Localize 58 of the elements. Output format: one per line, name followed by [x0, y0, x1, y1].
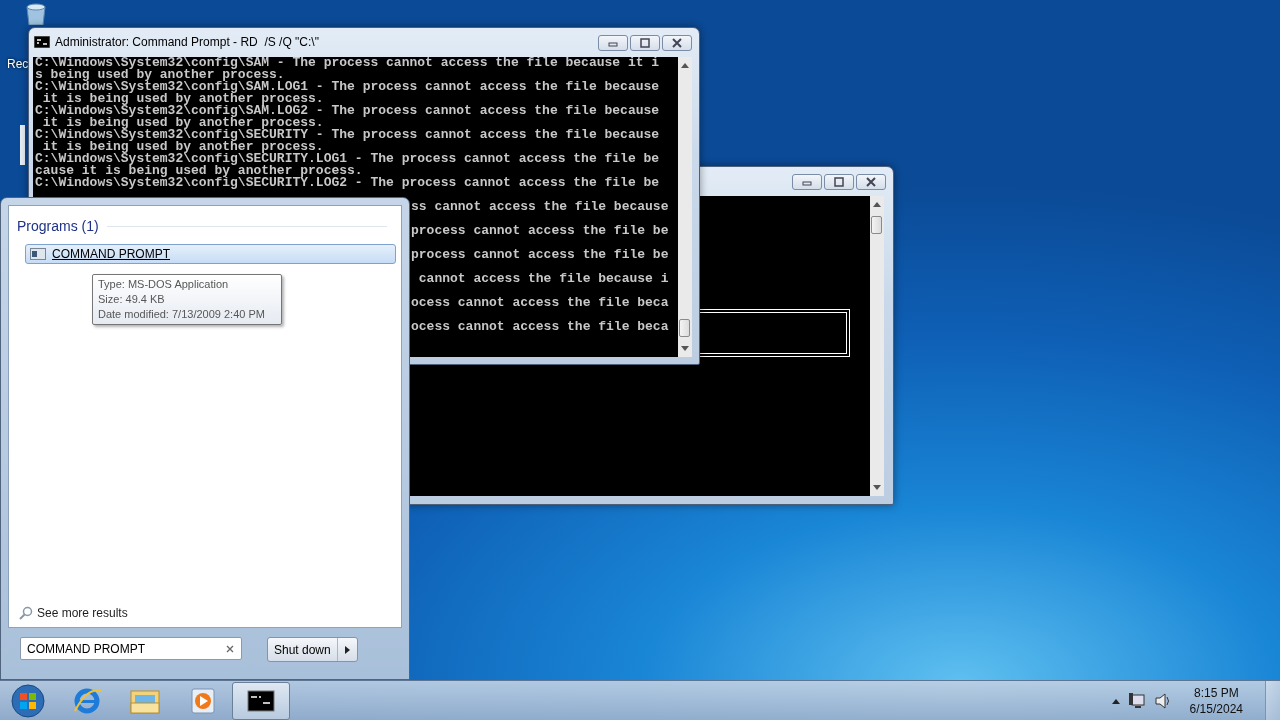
maximize-button[interactable]: [630, 35, 660, 51]
console-line: process cannot access the file be: [411, 249, 670, 261]
console-line: ocess cannot access the file beca: [411, 297, 670, 309]
console-line: process cannot access the file be: [411, 225, 670, 237]
console-line: C:\Windows\System32\config\SAM - The process cannot access the file because it i: [35, 57, 661, 69]
close-icon: [865, 177, 877, 187]
network-icon[interactable]: [1127, 691, 1146, 710]
console-icon: [34, 36, 50, 48]
scrollbar-thumb[interactable]: [871, 216, 882, 234]
minimize-button[interactable]: [792, 174, 822, 190]
scrollbar-thumb[interactable]: [679, 319, 690, 337]
triangle-right-icon: [344, 645, 350, 654]
section-heading: Programs (1): [17, 218, 99, 234]
search-result[interactable]: COMMAND PROMPT: [25, 244, 396, 264]
console-line: C:\Windows\System32\config\SECURITY - The process cannot access the file because: [35, 129, 661, 141]
window-title: Administrator: Command Prompt - RD /S /Q "C:\": [55, 35, 319, 49]
scrollbar[interactable]: [678, 57, 692, 357]
chevron-up-icon[interactable]: [1111, 697, 1120, 704]
console-line: cannot access the file because i: [417, 273, 670, 285]
clock[interactable]: 8:15 PM 6/15/2024: [1189, 684, 1243, 717]
close-icon: [671, 38, 683, 48]
tooltip-text: Size: 49.4 KB: [98, 292, 166, 307]
console-line: C:\Windows\System32\config\SECURITY.LOG1 - The process cannot access the file be: [35, 153, 661, 165]
tooltip-text: Type: MS-DOS Application: [98, 277, 230, 292]
console-line: ss cannot access the file because: [411, 201, 670, 213]
maximize-icon: [639, 38, 651, 48]
maximize-button[interactable]: [824, 174, 854, 190]
console-icon: [30, 248, 46, 260]
clock-time: 8:15 PM: [1193, 684, 1239, 701]
console-line: it is being used by another process.: [42, 141, 324, 153]
console-line: C:\Windows\System32\config\SAM.LOG1 - The process cannot access the file because: [35, 81, 661, 93]
console-line: ocess cannot access the file beca: [411, 321, 670, 333]
scroll-down-icon[interactable]: [873, 485, 881, 491]
console-line: C:\Windows\System32\config\SECURITY.LOG2 - The process cannot access the file be: [35, 177, 661, 189]
console-line: it is being used by another process.: [42, 93, 325, 105]
console-line: cause it is being used by another process.: [35, 165, 364, 177]
search-icon: [19, 606, 33, 620]
taskbar-button[interactable]: [232, 681, 290, 720]
see-more-results-link[interactable]: See more results: [19, 606, 128, 620]
recycle-bin-icon[interactable]: [23, 3, 49, 25]
tooltip-text: Date modified: 7/13/2009 2:40 PM: [98, 307, 266, 322]
close-button[interactable]: [856, 174, 886, 190]
maximize-icon: [833, 177, 845, 187]
speaker-icon[interactable]: [1153, 691, 1172, 710]
clear-icon[interactable]: [225, 644, 235, 654]
console-line: C:\Windows\System32\config\SAM.LOG2 - The process cannot access the file because: [35, 105, 661, 117]
start-orb-icon[interactable]: [10, 682, 46, 719]
scroll-up-icon[interactable]: [681, 62, 689, 68]
close-button[interactable]: [662, 35, 692, 51]
scroll-down-icon[interactable]: [681, 346, 689, 352]
recycle-bin-label: Rec: [7, 57, 29, 71]
scroll-up-icon[interactable]: [873, 201, 881, 207]
clock-date: 6/15/2024: [1189, 700, 1243, 717]
scrollbar[interactable]: [870, 196, 884, 496]
search-field[interactable]: COMMAND PROMPT: [20, 637, 242, 660]
console-line: s being used by another process.: [35, 69, 285, 81]
console-line: it is being used by another process.: [42, 117, 325, 129]
minimize-button[interactable]: [598, 35, 628, 51]
